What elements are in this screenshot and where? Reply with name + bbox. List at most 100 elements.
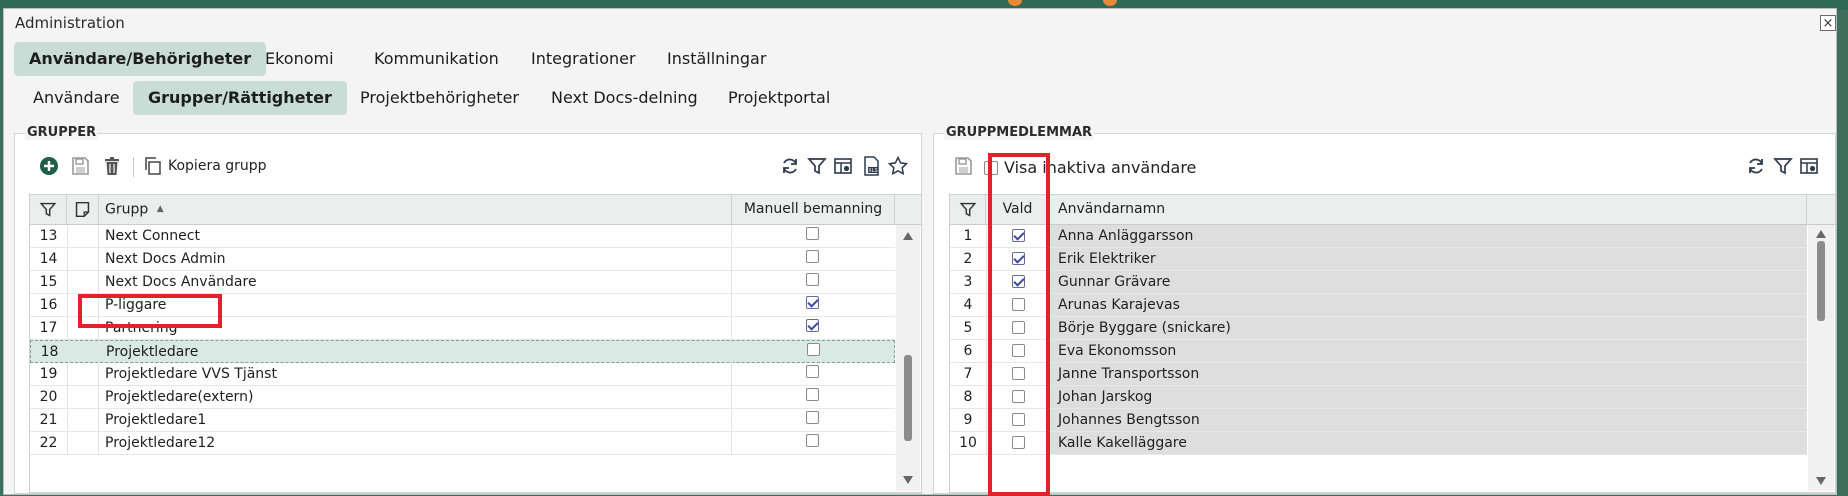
group-name[interactable]: Projektledare12 <box>99 432 732 454</box>
table-row[interactable]: 9 Johannes Bengtsson <box>950 409 1807 432</box>
row-note-cell[interactable] <box>68 341 100 363</box>
table-row[interactable]: 5 Börje Byggare (snickare) <box>950 317 1807 340</box>
username[interactable]: Börje Byggare (snickare) <box>1050 317 1807 339</box>
username[interactable]: Gunnar Grävare <box>1050 271 1807 293</box>
svg-text:XLS: XLS <box>868 168 877 174</box>
username[interactable]: Johan Jarskog <box>1050 386 1807 408</box>
members-scroll-thumb[interactable] <box>1817 241 1825 321</box>
username[interactable]: Eva Ekonomsson <box>1050 340 1807 362</box>
tab-anvandare[interactable]: Användare <box>18 81 135 115</box>
username[interactable]: Erik Elektriker <box>1050 248 1807 270</box>
tab-grupper-rattigheter[interactable]: Grupper/Rättigheter <box>133 81 347 115</box>
copy-icon[interactable] <box>143 156 163 176</box>
star-icon[interactable] <box>888 156 908 176</box>
manual-staffing-checkbox[interactable] <box>806 434 819 447</box>
header-filter-cell[interactable] <box>950 195 986 224</box>
scroll-down-icon[interactable] <box>903 476 913 484</box>
row-note-cell[interactable] <box>67 248 99 270</box>
filter-icon[interactable] <box>1773 156 1793 176</box>
manual-staffing-checkbox[interactable] <box>807 343 820 356</box>
header-note-cell[interactable] <box>67 195 99 224</box>
manual-staffing-checkbox[interactable] <box>806 296 819 309</box>
table-row[interactable]: 8 Johan Jarskog <box>950 386 1807 409</box>
row-note-cell[interactable] <box>67 432 99 454</box>
refresh-icon[interactable] <box>780 156 800 176</box>
row-note-cell[interactable] <box>67 271 99 293</box>
manual-staffing-checkbox[interactable] <box>806 365 819 378</box>
tab-ekonomi[interactable]: Ekonomi <box>250 42 349 76</box>
table-row[interactable]: 19 Projektledare VVS Tjänst <box>30 363 895 386</box>
username[interactable]: Anna Anläggarsson <box>1050 225 1807 247</box>
column-settings-icon[interactable] <box>833 156 853 176</box>
group-name[interactable]: Projektledare1 <box>99 409 732 431</box>
username[interactable]: Janne Transportsson <box>1050 363 1807 385</box>
column-header-username[interactable]: Användarnamn <box>1050 195 1807 224</box>
table-row[interactable]: 2 Erik Elektriker <box>950 248 1807 271</box>
manual-staffing-checkbox[interactable] <box>806 319 819 332</box>
scroll-up-icon[interactable] <box>1816 230 1826 238</box>
export-excel-icon[interactable]: XLS <box>861 156 881 176</box>
manual-staffing-cell <box>732 363 895 385</box>
table-row[interactable]: 21 Projektledare1 <box>30 409 895 432</box>
group-name[interactable]: Projektledare(extern) <box>99 386 732 408</box>
row-number: 15 <box>39 274 58 290</box>
table-row[interactable]: 4 Arunas Karajevas <box>950 294 1807 317</box>
tab-kommunikation[interactable]: Kommunikation <box>359 42 514 76</box>
column-header-group[interactable]: Grupp ▲ <box>99 195 732 224</box>
group-name[interactable]: Projektledare VVS Tjänst <box>99 363 732 385</box>
group-name[interactable]: Projektledare <box>100 341 733 363</box>
column-header-manual-staffing[interactable]: Manuell bemanning <box>732 195 895 224</box>
username[interactable]: Arunas Karajevas <box>1050 294 1807 316</box>
filter-icon[interactable] <box>807 156 827 176</box>
sub-tabs: Användare Grupper/Rättigheter Projektbeh… <box>18 81 1218 115</box>
group-name[interactable]: Next Docs Admin <box>99 248 732 270</box>
tab-projektportal[interactable]: Projektportal <box>713 81 845 115</box>
refresh-icon[interactable] <box>1746 156 1766 176</box>
manual-staffing-checkbox[interactable] <box>806 411 819 424</box>
row-note-cell[interactable] <box>67 409 99 431</box>
copy-group-button[interactable]: Kopiera grupp <box>168 158 267 174</box>
save-icon[interactable] <box>953 156 973 176</box>
row-note-cell[interactable] <box>67 225 99 247</box>
manual-staffing-checkbox[interactable] <box>806 273 819 286</box>
manual-staffing-cell <box>733 341 896 363</box>
scroll-up-icon[interactable] <box>903 232 913 240</box>
tab-next-docs-delning[interactable]: Next Docs-delning <box>536 81 713 115</box>
tab-projektbehorigheter[interactable]: Projektbehörigheter <box>345 81 534 115</box>
table-row[interactable]: 18 Projektledare <box>30 340 895 363</box>
table-row[interactable]: 3 Gunnar Grävare <box>950 271 1807 294</box>
groups-scrollbar[interactable] <box>896 225 920 491</box>
table-row[interactable]: 10 Kalle Kakelläggare <box>950 432 1807 455</box>
table-row[interactable]: 20 Projektledare(extern) <box>30 386 895 409</box>
table-row[interactable]: 13 Next Connect <box>30 225 895 248</box>
table-row[interactable]: 6 Eva Ekonomsson <box>950 340 1807 363</box>
delete-icon[interactable] <box>102 156 122 176</box>
table-row[interactable]: 22 Projektledare12 <box>30 432 895 455</box>
table-row[interactable]: 15 Next Docs Användare <box>30 271 895 294</box>
manual-staffing-checkbox[interactable] <box>806 227 819 240</box>
table-row[interactable]: 14 Next Docs Admin <box>30 248 895 271</box>
header-filter-cell[interactable] <box>30 195 67 224</box>
toolbar-divider <box>133 157 134 177</box>
save-icon[interactable] <box>70 156 90 176</box>
group-name[interactable]: Next Connect <box>99 225 732 247</box>
group-name[interactable]: Next Docs Användare <box>99 271 732 293</box>
table-row[interactable]: 7 Janne Transportsson <box>950 363 1807 386</box>
add-icon[interactable] <box>39 156 59 176</box>
row-note-cell[interactable] <box>67 363 99 385</box>
members-scrollbar[interactable] <box>1808 225 1834 491</box>
tab-installningar[interactable]: Inställningar <box>652 42 781 76</box>
username[interactable]: Johannes Bengtsson <box>1050 409 1807 431</box>
close-button[interactable]: × <box>1820 15 1836 31</box>
tab-integrationer[interactable]: Integrationer <box>516 42 651 76</box>
column-settings-icon[interactable] <box>1799 156 1819 176</box>
manual-staffing-checkbox[interactable] <box>806 250 819 263</box>
username[interactable]: Kalle Kakelläggare <box>1050 432 1807 454</box>
tab-anvandare-behorigheter[interactable]: Användare/Behörigheter <box>14 42 267 76</box>
members-panel: GRUPPMEDLEMMAR Visa inaktiva användare V… <box>933 125 1836 494</box>
table-row[interactable]: 1 Anna Anläggarsson <box>950 225 1807 248</box>
groups-scroll-thumb[interactable] <box>904 355 912 441</box>
row-note-cell[interactable] <box>67 386 99 408</box>
scroll-down-icon[interactable] <box>1816 477 1826 485</box>
manual-staffing-checkbox[interactable] <box>806 388 819 401</box>
